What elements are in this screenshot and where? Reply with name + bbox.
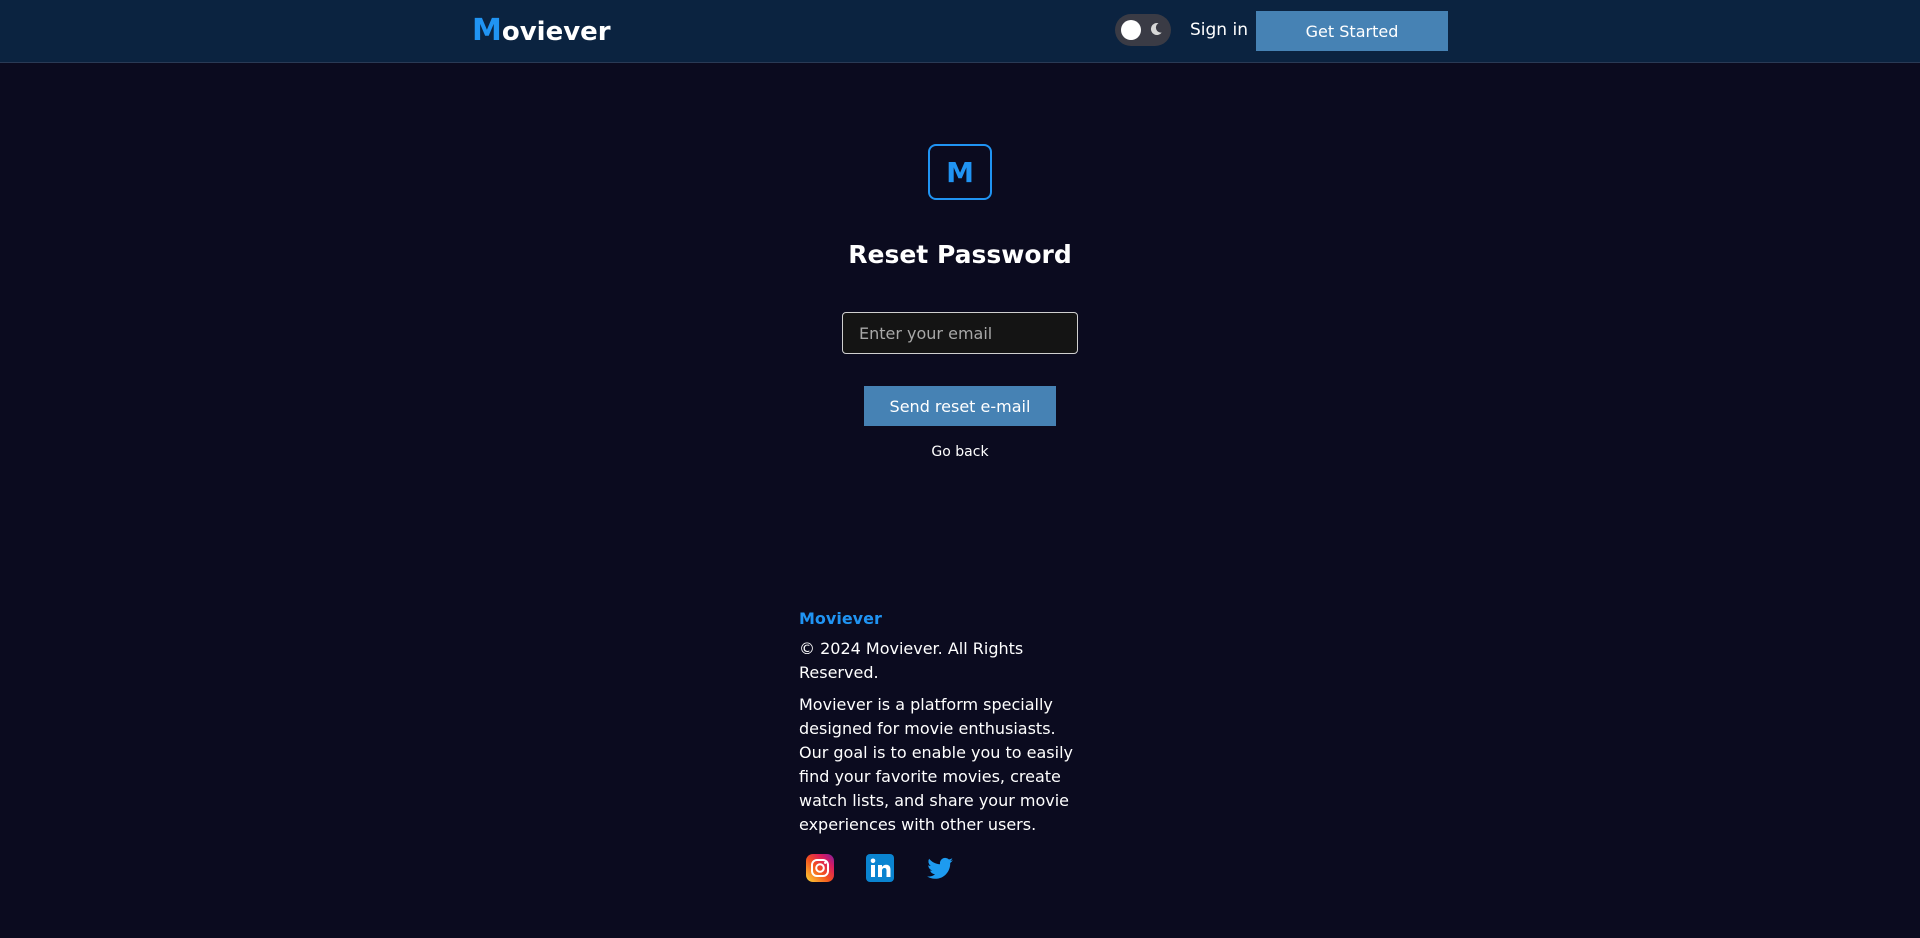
- send-reset-email-button[interactable]: Send reset e-mail: [864, 386, 1056, 426]
- sign-in-link[interactable]: Sign in: [1190, 18, 1248, 42]
- linkedin-icon[interactable]: [864, 852, 896, 884]
- get-started-button[interactable]: Get Started: [1256, 11, 1448, 51]
- footer: Moviever © 2024 Moviever. All Rights Res…: [799, 607, 1084, 837]
- email-input[interactable]: [842, 312, 1078, 354]
- brand-badge-icon: M: [928, 144, 992, 200]
- page-title: Reset Password: [848, 240, 1072, 269]
- twitter-icon[interactable]: [924, 852, 956, 884]
- footer-brand: Moviever: [799, 609, 882, 628]
- footer-copyright: © 2024 Moviever. All Rights Reserved.: [799, 639, 1024, 682]
- top-navbar: Moviever Sign in Get Started: [0, 0, 1920, 63]
- go-back-link[interactable]: Go back: [860, 442, 1060, 462]
- footer-description: Moviever is a platform specially designe…: [799, 695, 1073, 834]
- moon-icon: [1150, 22, 1162, 35]
- logo-initial: M: [472, 13, 502, 48]
- toggle-knob: [1121, 20, 1141, 40]
- instagram-icon[interactable]: [804, 852, 836, 884]
- site-logo[interactable]: Moviever: [472, 12, 611, 51]
- social-links: [804, 852, 956, 884]
- logo-text: oviever: [501, 17, 611, 47]
- theme-toggle[interactable]: [1115, 14, 1171, 46]
